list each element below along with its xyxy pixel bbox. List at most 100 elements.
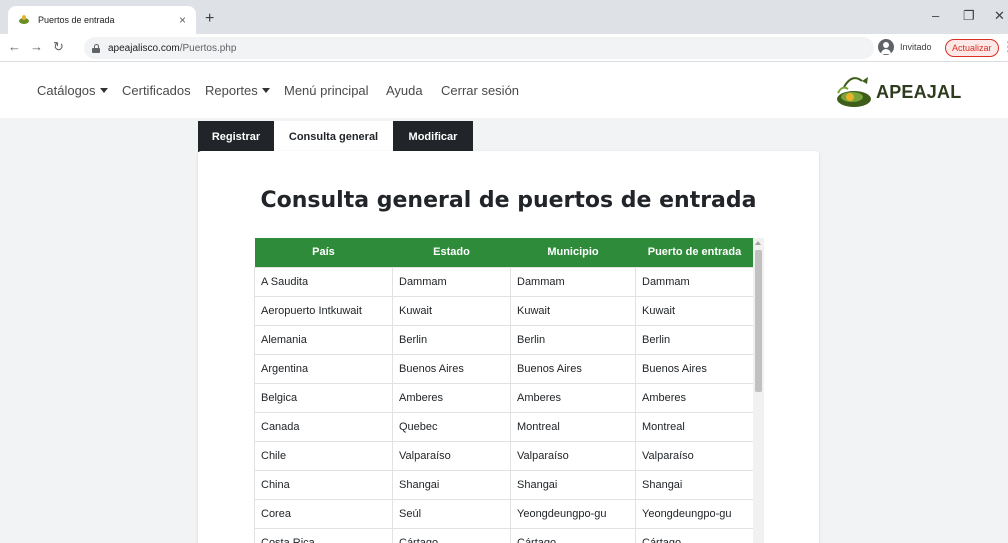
minimize-icon[interactable]: –: [932, 9, 939, 23]
cell-municipio: Berlin: [510, 324, 636, 355]
reload-icon[interactable]: ↻: [53, 40, 64, 54]
url-host: apeajalisco.com: [108, 42, 180, 54]
apeajal-logo[interactable]: APEAJAL: [834, 71, 984, 111]
cell-puerto: Kuwait: [635, 295, 754, 326]
browser-toolbar: ← → ↻ apeajalisco.com/Puertos.php Invita…: [0, 34, 1008, 62]
cell-estado: Cártago: [392, 527, 511, 543]
nav-certificados[interactable]: Certificados: [122, 83, 191, 98]
caret-down-icon: [261, 88, 270, 93]
table-row[interactable]: Corea Seúl Yeongdeungpo-gu Yeongdeungpo-…: [254, 498, 754, 529]
close-tab-icon[interactable]: ×: [179, 13, 186, 27]
cell-pais: Corea: [254, 498, 393, 529]
cell-municipio: Valparaíso: [510, 440, 636, 471]
cell-estado: Quebec: [392, 411, 511, 442]
more-menu-icon[interactable]: ⋮: [1002, 40, 1008, 54]
cell-estado: Kuwait: [392, 295, 511, 326]
cell-pais: Canada: [254, 411, 393, 442]
table-row[interactable]: Belgica Amberes Amberes Amberes: [254, 382, 754, 413]
profile-label: Invitado: [900, 42, 932, 52]
scrollbar-thumb[interactable]: [755, 250, 762, 392]
cell-puerto: Valparaíso: [635, 440, 754, 471]
header-municipio[interactable]: Municipio: [510, 238, 636, 267]
cell-pais: Aeropuerto Intkuwait: [254, 295, 393, 326]
ports-table: País Estado Municipio Puerto de entrada …: [254, 238, 754, 543]
close-window-icon[interactable]: ✕: [994, 9, 1005, 23]
table-row[interactable]: Chile Valparaíso Valparaíso Valparaíso: [254, 440, 754, 471]
tab-modificar[interactable]: Modificar: [393, 121, 473, 152]
nav-reportes[interactable]: Reportes: [205, 83, 270, 98]
table-row[interactable]: Canada Quebec Montreal Montreal: [254, 411, 754, 442]
header-pais[interactable]: País: [254, 238, 393, 267]
profile-icon: [878, 39, 894, 55]
cell-puerto: Berlin: [635, 324, 754, 355]
cell-municipio: Buenos Aires: [510, 353, 636, 384]
avocado-logo-icon: [837, 77, 871, 107]
nav-ayuda[interactable]: Ayuda: [386, 83, 423, 98]
cell-estado: Berlin: [392, 324, 511, 355]
cell-puerto: Montreal: [635, 411, 754, 442]
table-row[interactable]: A Saudita Dammam Dammam Dammam: [254, 266, 754, 297]
address-bar[interactable]: apeajalisco.com/Puertos.php: [84, 37, 874, 59]
browser-tab[interactable]: Puertos de entrada ×: [8, 6, 196, 34]
cell-pais: Costa Rica: [254, 527, 393, 543]
header-puerto[interactable]: Puerto de entrada: [635, 238, 754, 267]
cell-municipio: Amberes: [510, 382, 636, 413]
caret-down-icon: [99, 88, 108, 93]
table-container: País Estado Municipio Puerto de entrada …: [254, 238, 764, 543]
cell-municipio: Cártago: [510, 527, 636, 543]
cell-municipio: Kuwait: [510, 295, 636, 326]
cell-estado: Amberes: [392, 382, 511, 413]
cell-pais: Argentina: [254, 353, 393, 384]
cell-puerto: Dammam: [635, 266, 754, 297]
logo-text: APEAJAL: [876, 82, 962, 102]
tab-consulta-general[interactable]: Consulta general: [274, 121, 393, 152]
cell-pais: Belgica: [254, 382, 393, 413]
cell-estado: Buenos Aires: [392, 353, 511, 384]
cell-puerto: Cártago: [635, 527, 754, 543]
table-row[interactable]: Argentina Buenos Aires Buenos Aires Buen…: [254, 353, 754, 384]
table-row[interactable]: Costa Rica Cártago Cártago Cártago: [254, 527, 754, 543]
cell-pais: Alemania: [254, 324, 393, 355]
lock-icon: [92, 43, 100, 53]
cell-pais: A Saudita: [254, 266, 393, 297]
cell-puerto: Buenos Aires: [635, 353, 754, 384]
profile-button[interactable]: Invitado: [878, 39, 932, 55]
restore-icon[interactable]: ❐: [963, 9, 975, 23]
cell-puerto: Amberes: [635, 382, 754, 413]
cell-municipio: Shangai: [510, 469, 636, 500]
table-row[interactable]: Aeropuerto Intkuwait Kuwait Kuwait Kuwai…: [254, 295, 754, 326]
site-favicon-icon: [18, 14, 30, 26]
cell-municipio: Yeongdeungpo-gu: [510, 498, 636, 529]
cell-municipio: Dammam: [510, 266, 636, 297]
page-title: Consulta general de puertos de entrada: [260, 188, 757, 213]
cell-estado: Dammam: [392, 266, 511, 297]
nav-reportes-label: Reportes: [205, 83, 258, 98]
scroll-up-icon[interactable]: [755, 241, 761, 245]
nav-catalogos-label: Catálogos: [37, 83, 96, 98]
tab-registrar[interactable]: Registrar: [198, 121, 274, 152]
back-icon[interactable]: ←: [8, 40, 21, 54]
url-path: /Puertos.php: [179, 42, 237, 54]
cell-estado: Valparaíso: [392, 440, 511, 471]
nav-catalogos[interactable]: Catálogos: [37, 83, 108, 98]
cell-puerto: Yeongdeungpo-gu: [635, 498, 754, 529]
update-button[interactable]: Actualizar: [945, 39, 999, 57]
header-estado[interactable]: Estado: [392, 238, 511, 267]
nav-menu-principal[interactable]: Menú principal: [284, 83, 369, 98]
cell-estado: Shangai: [392, 469, 511, 500]
table-header-row: País Estado Municipio Puerto de entrada: [254, 238, 754, 267]
table-row[interactable]: China Shangai Shangai Shangai: [254, 469, 754, 500]
table-row[interactable]: Alemania Berlin Berlin Berlin: [254, 324, 754, 355]
nav-cerrar-sesion[interactable]: Cerrar sesión: [441, 83, 519, 98]
cell-estado: Seúl: [392, 498, 511, 529]
cell-pais: China: [254, 469, 393, 500]
cell-municipio: Montreal: [510, 411, 636, 442]
new-tab-icon[interactable]: +: [205, 11, 214, 27]
cell-pais: Chile: [254, 440, 393, 471]
browser-tabstrip: Puertos de entrada × + – ❐ ✕: [0, 0, 1008, 34]
browser-tab-title: Puertos de entrada: [38, 15, 115, 25]
table-scrollbar[interactable]: [753, 238, 764, 543]
forward-icon[interactable]: →: [30, 40, 43, 54]
site-navbar: Catálogos Certificados Reportes Menú pri…: [0, 62, 1008, 118]
content-card: Consulta general de puertos de entrada P…: [198, 151, 819, 543]
